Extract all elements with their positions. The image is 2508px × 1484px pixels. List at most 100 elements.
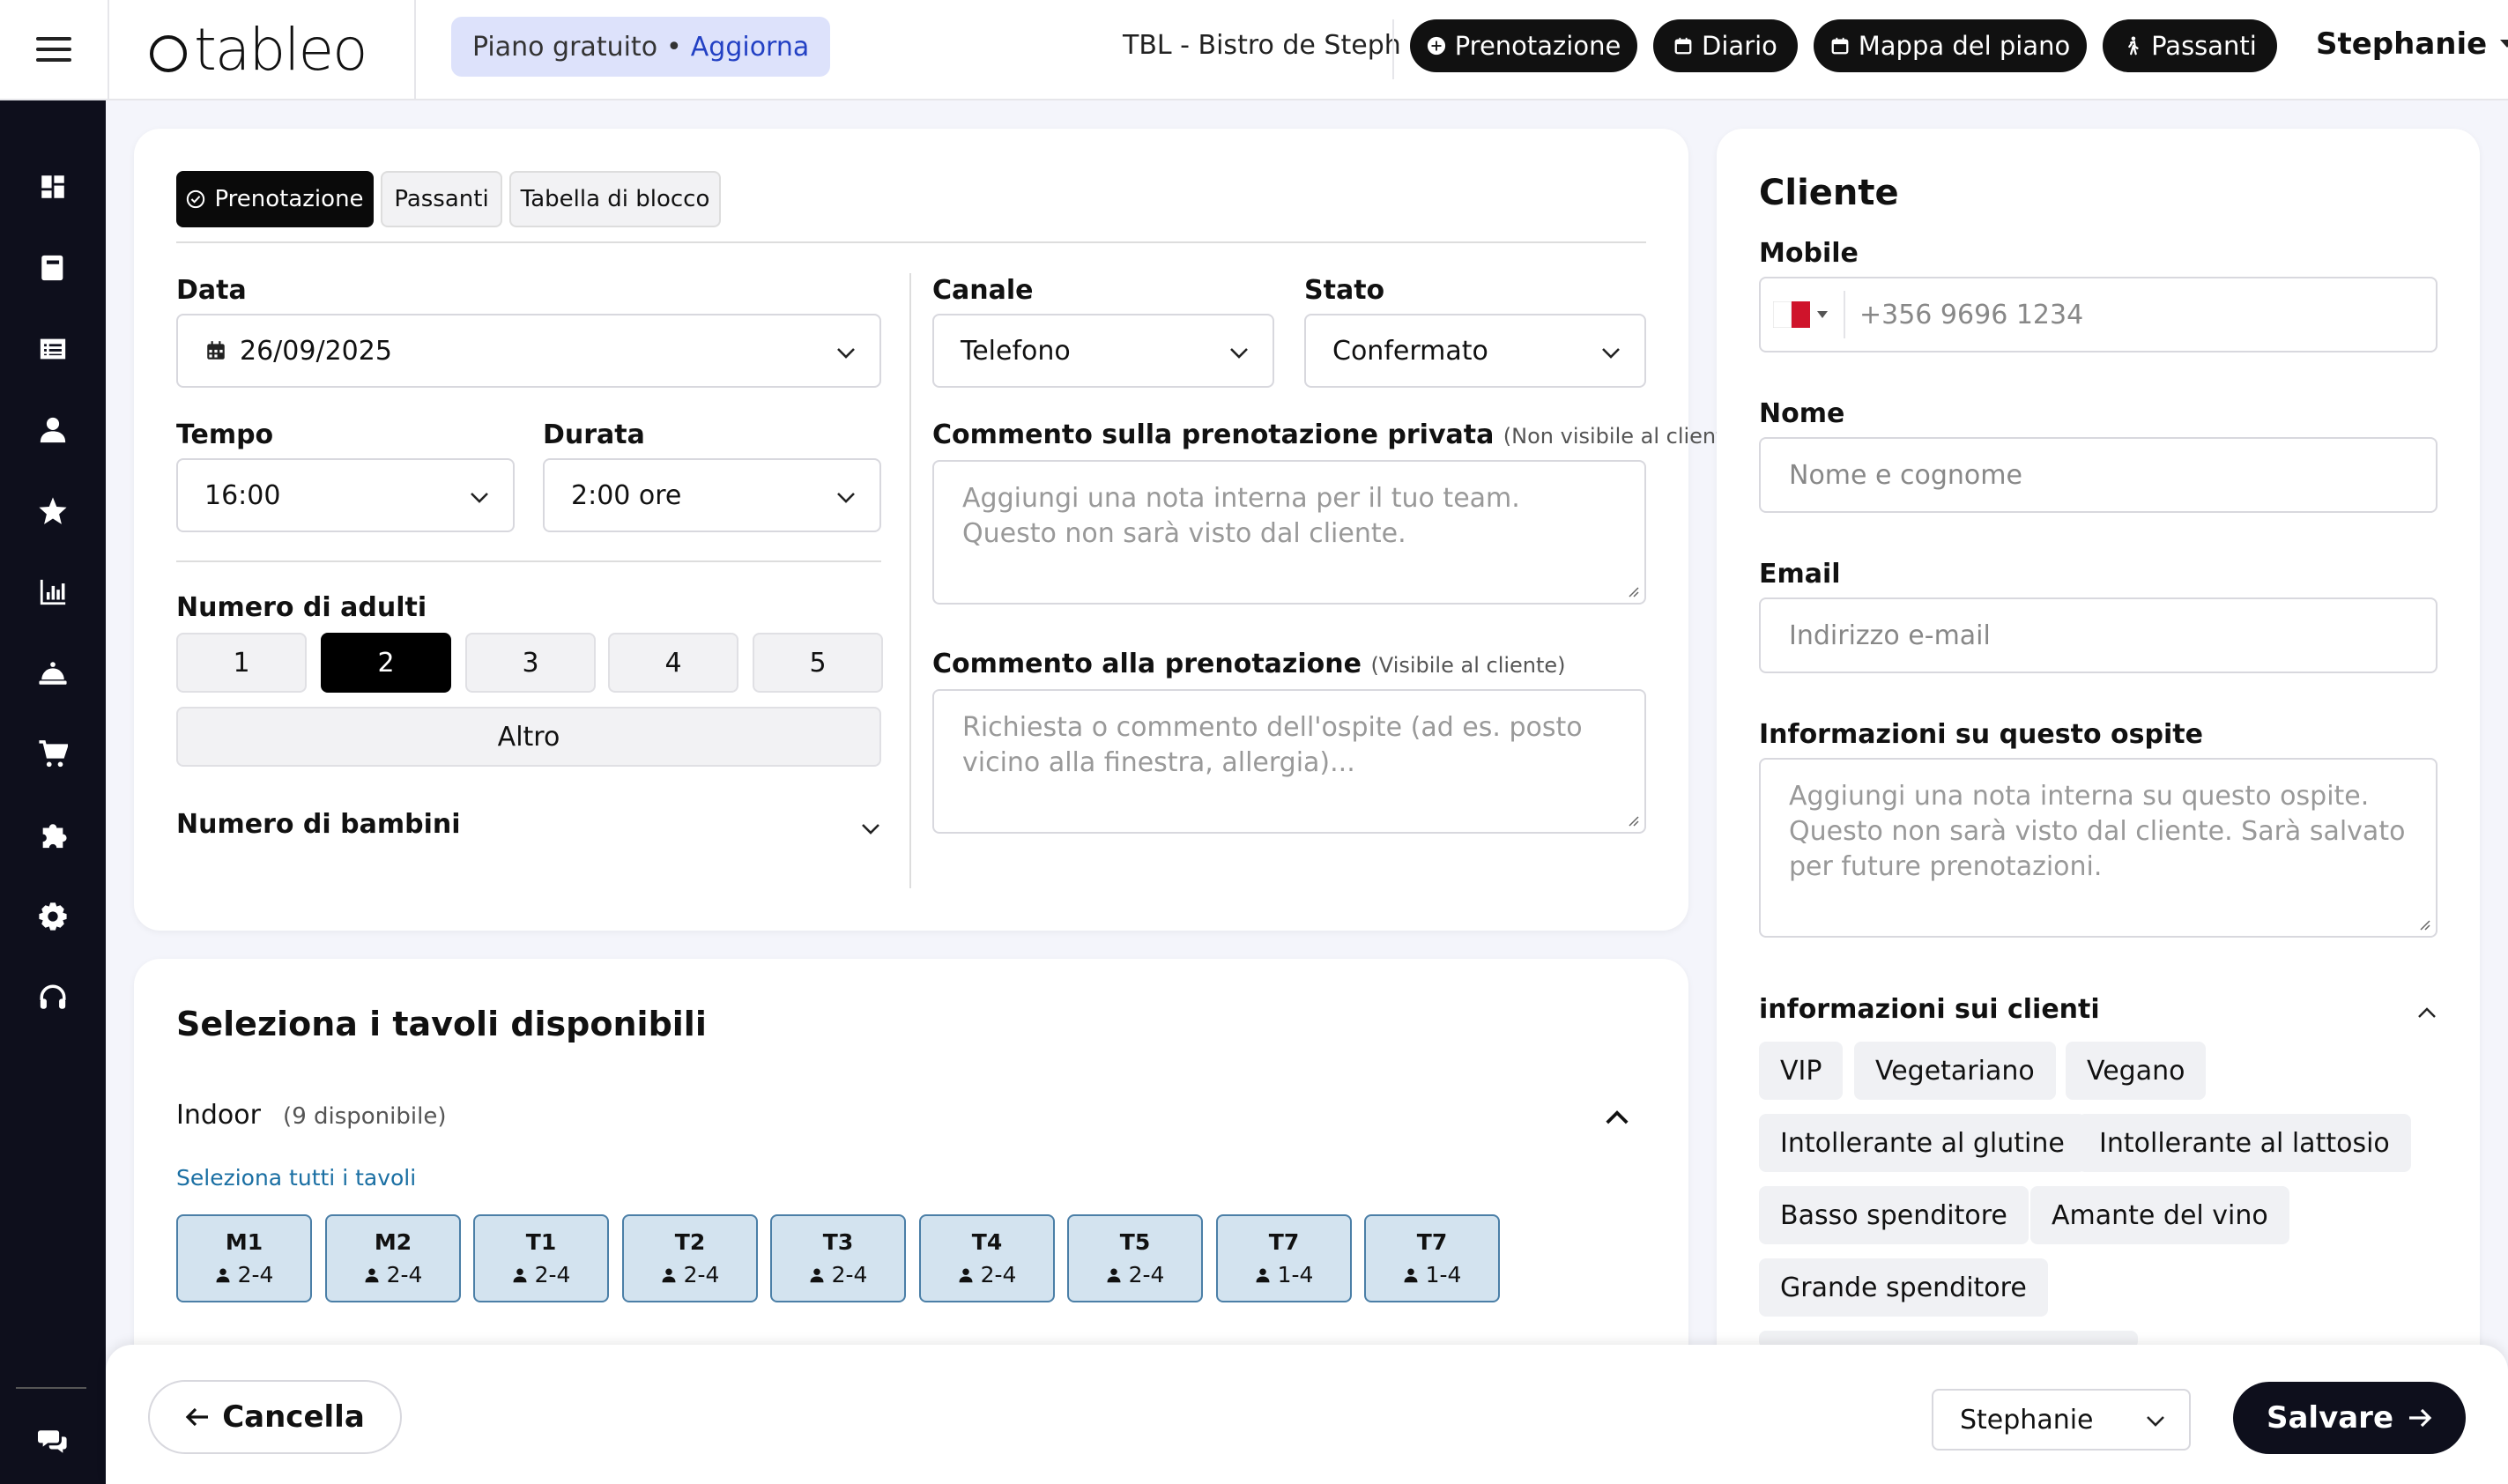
name-field[interactable]: Nome e cognome bbox=[1759, 437, 2438, 513]
calendar-icon bbox=[1831, 37, 1849, 55]
table-name: T7 bbox=[1416, 1229, 1448, 1255]
save-button[interactable]: Salvare bbox=[2233, 1382, 2466, 1454]
diary-label: Diario bbox=[1702, 31, 1777, 61]
date-picker[interactable]: 26/09/2025 bbox=[176, 314, 881, 388]
tag-wine-lover[interactable]: Amante del vino bbox=[2030, 1186, 2289, 1244]
comment-placeholder: Richiesta o commento dell'ospite (ad es.… bbox=[962, 712, 1583, 778]
table-capacity: 2-4 bbox=[215, 1262, 273, 1287]
mobile-label: Mobile bbox=[1759, 238, 1859, 269]
sidebar-item-dashboard[interactable] bbox=[33, 167, 72, 206]
tab-walk-ins[interactable]: Passanti bbox=[381, 171, 502, 227]
floor-plan-button[interactable]: Mappa del piano bbox=[1814, 19, 2087, 72]
sidebar-item-support[interactable] bbox=[33, 978, 72, 1017]
children-toggle[interactable]: Numero di bambini bbox=[176, 809, 881, 848]
resize-grip-icon[interactable] bbox=[1627, 814, 1639, 827]
table-button[interactable]: T7 1-4 bbox=[1364, 1214, 1500, 1302]
chevron-down-icon bbox=[1230, 348, 1248, 359]
user-menu[interactable]: Stephanie bbox=[2316, 26, 2508, 62]
table-button[interactable]: T5 2-4 bbox=[1067, 1214, 1203, 1302]
email-field[interactable]: Indirizzo e-mail bbox=[1759, 597, 2438, 673]
tag-big-spender[interactable]: Grande spenditore bbox=[1759, 1258, 2048, 1317]
table-button[interactable]: T2 2-4 bbox=[622, 1214, 758, 1302]
tab-booking[interactable]: Prenotazione bbox=[176, 171, 374, 227]
menu-button[interactable] bbox=[0, 0, 109, 99]
upgrade-link[interactable]: Aggiorna bbox=[691, 32, 810, 63]
walk-in-button[interactable]: Passanti bbox=[2103, 19, 2277, 72]
tag-gluten-intolerant[interactable]: Intollerante al glutine bbox=[1759, 1114, 2086, 1172]
sidebar-item-shop[interactable] bbox=[33, 735, 72, 774]
mobile-field[interactable]: +356 9696 1234 bbox=[1759, 277, 2438, 352]
duration-select[interactable]: 2:00 ore bbox=[543, 458, 881, 532]
person-icon bbox=[662, 1268, 676, 1282]
adults-option-2[interactable]: 2 bbox=[321, 633, 451, 693]
sidebar-item-list[interactable] bbox=[33, 330, 72, 368]
table-button[interactable]: T7 1-4 bbox=[1216, 1214, 1352, 1302]
adults-option-1[interactable]: 1 bbox=[176, 633, 307, 693]
sidebar-item-chat[interactable] bbox=[33, 1422, 72, 1461]
adults-option-4[interactable]: 4 bbox=[608, 633, 738, 693]
cancel-button[interactable]: Cancella bbox=[148, 1380, 402, 1454]
tag-vegetarian[interactable]: Vegetariano bbox=[1854, 1042, 2056, 1100]
time-select[interactable]: 16:00 bbox=[176, 458, 515, 532]
new-booking-button[interactable]: Prenotazione bbox=[1410, 19, 1637, 72]
area-name: Indoor bbox=[176, 1100, 261, 1131]
divider bbox=[176, 241, 1646, 243]
logo[interactable]: tableo bbox=[150, 16, 368, 84]
table-button[interactable]: M1 2-4 bbox=[176, 1214, 312, 1302]
tag-vegan[interactable]: Vegano bbox=[2066, 1042, 2207, 1100]
comment-label: Commento alla prenotazione (Visibile al … bbox=[932, 649, 1566, 679]
table-capacity-value: 2-4 bbox=[1128, 1262, 1165, 1287]
table-button[interactable]: T3 2-4 bbox=[770, 1214, 906, 1302]
sidebar-item-reports[interactable] bbox=[33, 573, 72, 612]
channel-label: Canale bbox=[932, 275, 1034, 306]
staff-select[interactable]: Stephanie bbox=[1932, 1389, 2191, 1451]
table-button[interactable]: M2 2-4 bbox=[325, 1214, 461, 1302]
private-comment-textarea[interactable]: Aggiungi una nota interna per il tuo tea… bbox=[932, 460, 1646, 605]
chevron-up-icon bbox=[1606, 1110, 1629, 1124]
sidebar-item-guests[interactable] bbox=[33, 411, 72, 449]
restaurant-name[interactable]: TBL - Bistro de Steph bbox=[1123, 30, 1401, 61]
guest-info-label: Informazioni su questo ospite bbox=[1759, 719, 2203, 750]
chevron-up-icon bbox=[2418, 1007, 2436, 1018]
table-button[interactable]: T4 2-4 bbox=[919, 1214, 1055, 1302]
adults-option-5[interactable]: 5 bbox=[753, 633, 883, 693]
email-placeholder: Indirizzo e-mail bbox=[1789, 620, 1991, 651]
guest-info-textarea[interactable]: Aggiungi una nota interna su questo ospi… bbox=[1759, 758, 2438, 938]
tag-vip[interactable]: VIP bbox=[1759, 1042, 1844, 1100]
table-capacity-value: 1-4 bbox=[1425, 1262, 1462, 1287]
diary-button[interactable]: Diario bbox=[1653, 19, 1798, 72]
tag-lactose-intolerant[interactable]: Intollerante al lattosio bbox=[2078, 1114, 2411, 1172]
sidebar-item-integrations[interactable] bbox=[33, 816, 72, 855]
sidebar-item-settings[interactable] bbox=[33, 897, 72, 936]
country-code-select[interactable] bbox=[1773, 291, 1845, 338]
resize-grip-icon[interactable] bbox=[1627, 585, 1639, 597]
book-icon bbox=[41, 255, 63, 281]
channel-select[interactable]: Telefono bbox=[932, 314, 1274, 388]
headset-icon bbox=[40, 984, 66, 1009]
client-info-toggle[interactable]: informazioni sui clienti bbox=[1759, 994, 2438, 1029]
resize-grip-icon[interactable] bbox=[2418, 918, 2430, 931]
table-name: T7 bbox=[1268, 1229, 1300, 1255]
client-info-label: informazioni sui clienti bbox=[1759, 994, 2100, 1025]
adults-option-3[interactable]: 3 bbox=[465, 633, 596, 693]
table-capacity: 2-4 bbox=[1106, 1262, 1165, 1287]
table-capacity-value: 2-4 bbox=[683, 1262, 720, 1287]
comment-textarea[interactable]: Richiesta o commento dell'ospite (ad es.… bbox=[932, 689, 1646, 834]
tag-low-spender[interactable]: Basso spenditore bbox=[1759, 1186, 2029, 1244]
tab-block-table[interactable]: Tabella di blocco bbox=[509, 171, 721, 227]
hamburger-icon bbox=[36, 37, 71, 62]
table-button[interactable]: T1 2-4 bbox=[473, 1214, 609, 1302]
sidebar-item-reviews[interactable] bbox=[33, 492, 72, 531]
plan-badge[interactable]: Piano gratuito • Aggiorna bbox=[451, 17, 831, 77]
table-capacity: 2-4 bbox=[809, 1262, 867, 1287]
status-select[interactable]: Confermato bbox=[1304, 314, 1646, 388]
table-name: T1 bbox=[525, 1229, 557, 1255]
table-capacity-value: 2-4 bbox=[534, 1262, 571, 1287]
area-toggle[interactable]: Indoor (9 disponibile) bbox=[176, 1100, 1630, 1135]
adults-other-button[interactable]: Altro bbox=[176, 707, 881, 767]
sidebar-item-menu[interactable] bbox=[33, 654, 72, 693]
duration-value: 2:00 ore bbox=[571, 479, 682, 511]
select-all-tables-link[interactable]: Seleziona tutti i tavoli bbox=[176, 1165, 416, 1191]
children-label: Numero di bambini bbox=[176, 809, 461, 840]
sidebar-item-bookings[interactable] bbox=[33, 249, 72, 287]
